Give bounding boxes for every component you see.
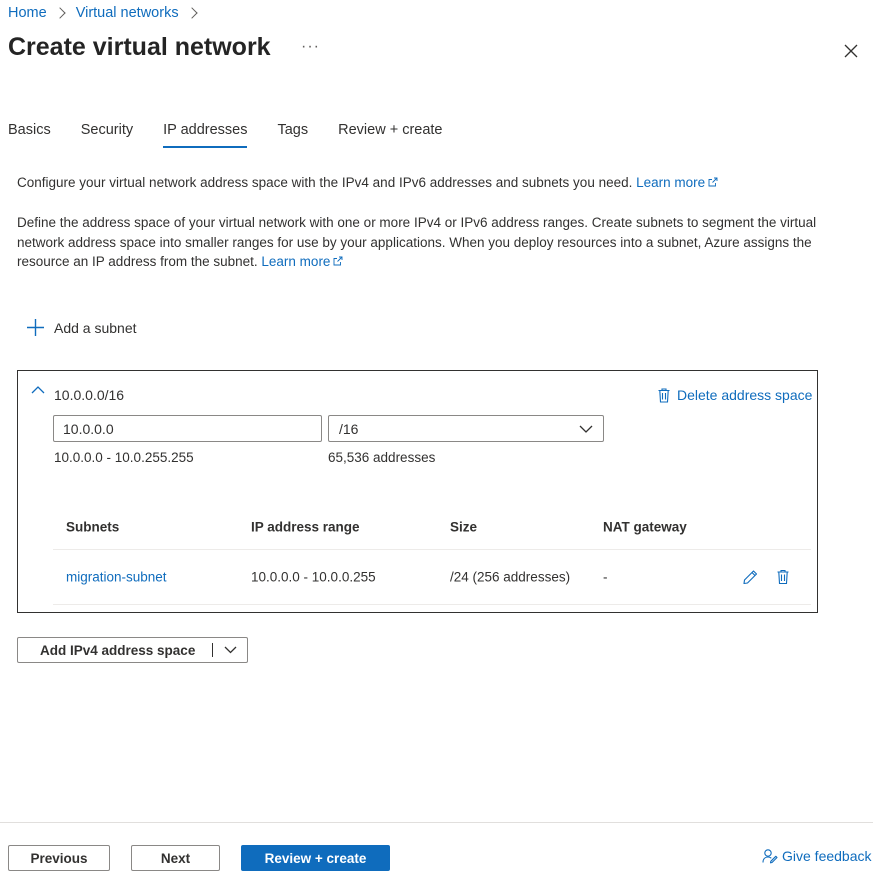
external-link-icon	[334, 256, 343, 266]
add-ipv4-dropdown[interactable]	[213, 646, 247, 654]
more-icon[interactable]: ···	[301, 38, 320, 56]
next-button[interactable]: Next	[131, 845, 220, 871]
intro-text-2: Define the address space of your virtual…	[17, 215, 817, 269]
add-ipv4-label: Add IPv4 address space	[40, 642, 196, 658]
tab-ip-addresses[interactable]: IP addresses	[163, 122, 248, 148]
give-feedback-link[interactable]: Give feedback	[762, 848, 872, 864]
breadcrumb-home[interactable]: Home	[8, 5, 47, 21]
chevron-right-icon	[54, 7, 66, 19]
intro-paragraph-2: Define the address space of your virtual…	[17, 213, 857, 272]
tab-tags[interactable]: Tags	[277, 122, 308, 148]
add-ipv4-address-space-button[interactable]: Add IPv4 address space	[17, 637, 248, 663]
column-header: Size	[450, 519, 478, 535]
cidr-value: /16	[339, 420, 359, 437]
pencil-icon[interactable]	[743, 570, 758, 585]
tab-bar: Basics Security IP addresses Tags Review…	[8, 122, 473, 148]
learn-more-link-2[interactable]: Learn more	[261, 254, 343, 269]
delete-address-space-button[interactable]: Delete address space	[658, 387, 812, 403]
plus-icon	[27, 319, 44, 336]
review-create-button[interactable]: Review + create	[241, 845, 390, 871]
tab-basics[interactable]: Basics	[8, 122, 51, 148]
external-link-icon	[708, 177, 718, 187]
breadcrumb: Home Virtual networks	[8, 5, 208, 21]
breadcrumb-virtual-networks[interactable]: Virtual networks	[76, 5, 179, 21]
address-space-title: 10.0.0.0/16	[54, 387, 125, 403]
add-subnet-label: Add a subnet	[54, 319, 137, 336]
feedback-icon	[762, 849, 778, 864]
learn-more-link-1[interactable]: Learn more	[636, 175, 718, 190]
tab-security[interactable]: Security	[81, 122, 133, 148]
chevron-down-icon	[224, 646, 236, 654]
intro-text-1: Configure your virtual network address s…	[17, 175, 633, 190]
chevron-right-icon	[185, 7, 198, 19]
address-range-text: 10.0.0.0 - 10.0.255.255	[54, 450, 194, 465]
give-feedback-label: Give feedback	[782, 848, 872, 864]
add-subnet-button[interactable]: Add a subnet	[26, 318, 137, 337]
column-header: IP address range	[251, 519, 360, 535]
subnet-range: 10.0.0.0 - 10.0.0.255	[251, 569, 376, 585]
page-title: Create virtual network	[8, 33, 271, 61]
address-count-text: 65,536 addresses	[328, 450, 436, 465]
cidr-select[interactable]: /16	[328, 415, 604, 442]
subnet-table: Subnets IP address range Size NAT gatewa…	[53, 505, 811, 605]
column-header: Subnets	[66, 519, 120, 535]
trash-icon	[658, 387, 670, 403]
tab-review-create[interactable]: Review + create	[338, 122, 442, 148]
previous-button[interactable]: Previous	[8, 845, 110, 871]
footer-divider	[0, 822, 873, 823]
address-space-panel: 10.0.0.0/16 Delete address space /16 10.…	[17, 370, 818, 613]
subnet-name-link[interactable]: migration-subnet	[66, 570, 167, 585]
trash-icon[interactable]	[777, 569, 789, 585]
learn-more-label: Learn more	[636, 175, 706, 190]
table-header: Subnets IP address range Size NAT gatewa…	[53, 505, 811, 550]
column-header: NAT gateway	[603, 519, 687, 535]
table-row: migration-subnet 10.0.0.0 - 10.0.0.255 /…	[53, 550, 811, 605]
ip-address-input[interactable]	[53, 415, 322, 442]
subnet-nat: -	[603, 569, 608, 585]
chevron-down-icon	[579, 425, 593, 433]
chevron-up-icon[interactable]	[31, 385, 45, 395]
learn-more-label: Learn more	[261, 254, 331, 269]
delete-address-space-label: Delete address space	[677, 387, 813, 403]
close-icon[interactable]	[840, 40, 862, 62]
intro-paragraph-1: Configure your virtual network address s…	[17, 173, 857, 193]
subnet-size: /24 (256 addresses)	[450, 569, 571, 585]
